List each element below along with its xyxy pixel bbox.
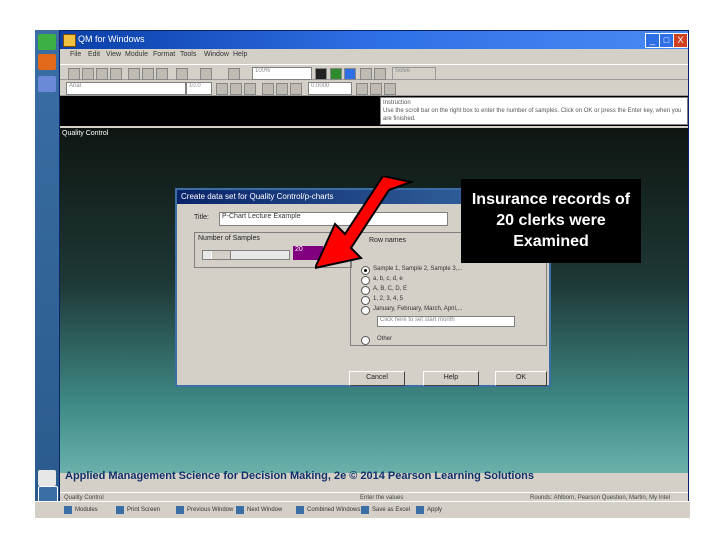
footer-text: Applied Management Science for Decision … bbox=[65, 470, 535, 482]
underline-icon[interactable] bbox=[244, 83, 256, 95]
option-uppercase-letters: A, B, C, D, E bbox=[373, 286, 408, 292]
menu-module[interactable]: Module bbox=[125, 51, 148, 58]
radio-months[interactable] bbox=[361, 306, 370, 315]
help-button[interactable]: Help bbox=[423, 371, 479, 386]
format-toolbar: Arial 10.0 0.0000 bbox=[60, 80, 688, 96]
radio-numbers[interactable] bbox=[361, 296, 370, 305]
cut-icon[interactable] bbox=[128, 68, 140, 80]
save-icon[interactable] bbox=[96, 68, 108, 80]
callout-box: Insurance records of 20 clerks were Exam… bbox=[461, 179, 641, 263]
radio-other[interactable] bbox=[361, 336, 370, 345]
task-previous-window[interactable]: Previous Window bbox=[175, 504, 233, 516]
zoom-select[interactable]: 100% bbox=[252, 67, 312, 80]
tray-icon[interactable] bbox=[38, 470, 56, 486]
workspace-label: Quality Control bbox=[62, 130, 109, 137]
menu-tools[interactable]: Tools bbox=[180, 51, 196, 58]
new-icon[interactable] bbox=[68, 68, 80, 80]
fill-color-icon[interactable] bbox=[370, 83, 382, 95]
solve-button[interactable]: Solve bbox=[392, 67, 436, 80]
bold-icon[interactable] bbox=[216, 83, 228, 95]
window-title: QM for Windows bbox=[78, 34, 145, 44]
align-left-icon[interactable] bbox=[262, 83, 274, 95]
option-lowercase-letters: a, b, c, d, e bbox=[373, 276, 403, 282]
info-icon[interactable] bbox=[374, 68, 386, 80]
cancel-button[interactable]: Cancel bbox=[349, 371, 405, 386]
desktop-left-strip bbox=[35, 30, 59, 518]
task-apply[interactable]: Apply bbox=[415, 504, 442, 516]
decimal-icon[interactable] bbox=[200, 68, 212, 80]
red-arrow-annotation bbox=[315, 176, 415, 270]
close-button[interactable]: X bbox=[673, 33, 688, 48]
callout-text: Insurance records of 20 clerks were Exam… bbox=[471, 191, 631, 250]
radio-uppercase-letters[interactable] bbox=[361, 286, 370, 295]
number-of-samples-label: Number of Samples bbox=[198, 235, 260, 242]
menu-edit[interactable]: Edit bbox=[88, 51, 100, 58]
italic-icon[interactable] bbox=[230, 83, 242, 95]
ok-button[interactable]: OK bbox=[495, 371, 547, 386]
title-label: Title: bbox=[194, 214, 209, 221]
task-save-as-excel[interactable]: Save as Excel bbox=[360, 504, 410, 516]
main-toolbar: 100% Solve bbox=[60, 64, 688, 80]
maximize-button[interactable]: □ bbox=[659, 33, 674, 48]
menu-help[interactable]: Help bbox=[233, 51, 247, 58]
chart-icon[interactable] bbox=[330, 68, 342, 80]
task-next-window[interactable]: Next Window bbox=[235, 504, 282, 516]
task-print-screen[interactable]: Print Screen bbox=[115, 504, 160, 516]
start-icon[interactable] bbox=[38, 34, 56, 50]
menu-view[interactable]: View bbox=[106, 51, 121, 58]
monitor-icon[interactable] bbox=[315, 68, 327, 80]
triangle-icon[interactable] bbox=[344, 68, 356, 80]
font-color-icon[interactable] bbox=[384, 83, 396, 95]
instruction-text: Use the scroll bar on the right box to e… bbox=[383, 108, 682, 122]
samples-scrollbar[interactable] bbox=[202, 250, 290, 260]
app-shortcut-icon[interactable] bbox=[38, 54, 56, 70]
menu-window[interactable]: Window bbox=[204, 51, 229, 58]
minimize-button[interactable]: _ bbox=[645, 33, 660, 48]
grid-icon[interactable] bbox=[176, 68, 188, 80]
table-icon[interactable] bbox=[228, 68, 240, 80]
paste-icon[interactable] bbox=[156, 68, 168, 80]
task-combined-windows[interactable]: Combined Windows bbox=[295, 504, 360, 516]
task-modules[interactable]: Modules bbox=[63, 504, 98, 516]
dialog-title: Create data set for Quality Control/p-ch… bbox=[181, 192, 334, 201]
radio-lowercase-letters[interactable] bbox=[361, 276, 370, 285]
font-size-select[interactable]: 10.0 bbox=[186, 82, 212, 95]
option-other: Other bbox=[377, 336, 393, 342]
help-icon[interactable] bbox=[360, 68, 372, 80]
number-format-select[interactable]: 0.0000 bbox=[308, 82, 352, 95]
open-icon[interactable] bbox=[82, 68, 94, 80]
option-months: January, February, March, April,... bbox=[373, 306, 463, 312]
taskbar: Modules Print Screen Previous Window Nex… bbox=[35, 501, 690, 518]
copy-icon[interactable] bbox=[142, 68, 154, 80]
window-title-bar[interactable]: QM for Windows _ □ X bbox=[60, 31, 688, 49]
menu-file[interactable]: File bbox=[70, 51, 81, 58]
comma-icon[interactable] bbox=[356, 83, 368, 95]
menu-format[interactable]: Format bbox=[153, 51, 175, 58]
instruction-box: Instruction Use the scroll bar on the ri… bbox=[380, 97, 688, 125]
menu-bar: File Edit View Module Format Tools Windo… bbox=[60, 49, 688, 63]
excel-icon[interactable] bbox=[38, 76, 56, 92]
option-numbers: 1, 2, 3, 4, 5 bbox=[373, 296, 404, 302]
app-icon bbox=[63, 34, 76, 47]
align-center-icon[interactable] bbox=[276, 83, 288, 95]
instruction-heading: Instruction bbox=[383, 100, 411, 106]
font-select[interactable]: Arial bbox=[66, 82, 186, 95]
start-month-select[interactable]: Click here to set start month bbox=[377, 316, 515, 327]
print-icon[interactable] bbox=[110, 68, 122, 80]
align-right-icon[interactable] bbox=[290, 83, 302, 95]
scroll-thumb[interactable] bbox=[211, 251, 231, 259]
